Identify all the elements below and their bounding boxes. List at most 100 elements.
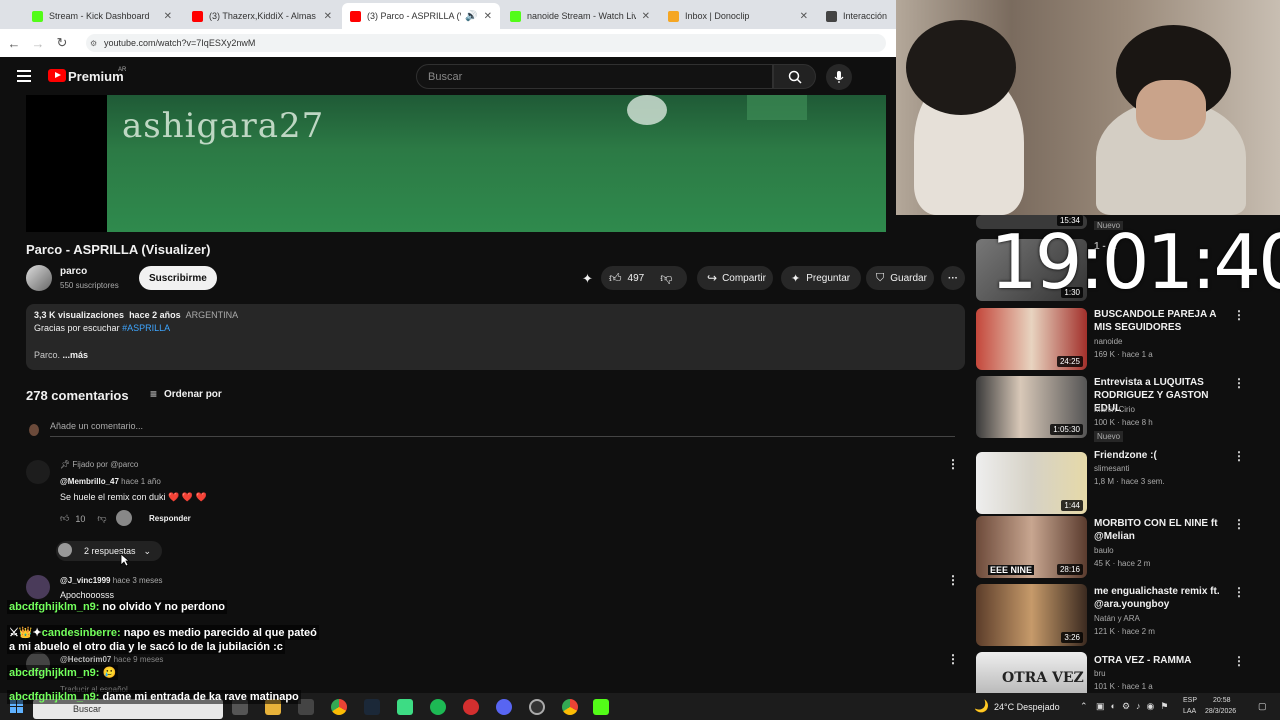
reload-icon[interactable]: ↻ <box>50 35 74 51</box>
comment-time[interactable]: hace 3 meses <box>113 576 163 585</box>
tab-interaccion[interactable]: Interacción | El n <box>818 3 898 29</box>
close-icon[interactable]: ✕ <box>164 11 172 22</box>
opera-icon[interactable] <box>463 699 479 715</box>
tab-thazerx[interactable]: (3) Thazerx,KiddiX - Almas desc ✕ <box>184 3 340 29</box>
kick-icon[interactable] <box>593 699 609 715</box>
taskbar-time[interactable]: 20:58 <box>1213 697 1231 704</box>
video-menu-icon[interactable]: ⋮ <box>1233 517 1245 531</box>
youtube-premium-logo[interactable]: Premium <box>68 69 124 84</box>
chat-text: dame mi entrada de ka rave matinapo <box>102 691 299 703</box>
video-title[interactable]: Friendzone :( <box>1094 449 1229 462</box>
video-menu-icon[interactable]: ⋮ <box>1233 585 1245 599</box>
more-actions-button[interactable]: ··· <box>941 266 965 290</box>
video-thumbnail[interactable]: 24:25 <box>976 308 1087 370</box>
video-channel[interactable]: slimesanti <box>1094 464 1130 473</box>
video-thumbnail[interactable]: 1:05:30 <box>976 376 1087 438</box>
voice-search-button[interactable] <box>826 64 852 90</box>
commenter-avatar[interactable] <box>26 460 50 484</box>
video-watermark: ashigara27 <box>122 106 325 146</box>
hashtag-link[interactable]: #ASPRILLA <box>122 323 170 333</box>
video-title[interactable]: me engualichaste remix ft. @ara.youngboy <box>1094 585 1229 611</box>
share-label: Compartir <box>722 272 766 284</box>
obs-icon[interactable] <box>529 699 545 715</box>
sort-button[interactable]: ≡ Ordenar por <box>150 387 222 401</box>
video-channel[interactable]: Martin Cirio <box>1094 405 1135 414</box>
comment-author[interactable]: @J_vinc1999 <box>60 576 111 585</box>
video-thumbnail[interactable]: EEE NINE 28:16 <box>976 516 1087 578</box>
tab-donoclip[interactable]: Inbox | Donoclip ✕ <box>660 3 816 29</box>
chrome-icon[interactable] <box>562 699 578 715</box>
close-icon[interactable]: ✕ <box>324 11 332 22</box>
like-count[interactable]: 497 <box>628 273 645 284</box>
kick-icon <box>32 10 43 22</box>
android-app-icon[interactable] <box>397 699 413 715</box>
comment-author[interactable]: @Membrillo_47 <box>60 477 119 486</box>
reply-button[interactable]: Responder <box>149 514 191 523</box>
video-channel[interactable]: nanoide <box>1094 337 1122 346</box>
video-channel[interactable]: baulo <box>1094 546 1114 555</box>
forward-icon[interactable]: → <box>26 36 50 51</box>
video-title[interactable]: OTRA VEZ - RAMMA <box>1094 654 1229 667</box>
youtube-logo-icon[interactable] <box>48 69 66 82</box>
close-icon[interactable]: ✕ <box>642 11 650 22</box>
video-menu-icon[interactable]: ⋮ <box>1233 376 1245 390</box>
channel-name[interactable]: parco <box>60 266 87 277</box>
share-button[interactable]: ↪ Compartir <box>697 266 773 290</box>
dislike-icon[interactable]: 👎︎ <box>660 271 672 286</box>
video-channel[interactable]: bru <box>1094 669 1106 678</box>
back-icon[interactable]: ← <box>2 36 26 51</box>
video-thumbnail[interactable]: 3:26 <box>976 584 1087 646</box>
ask-button[interactable]: ✦ Preguntar <box>781 266 861 290</box>
comment-menu-icon[interactable]: ⋮ <box>947 457 959 471</box>
speaker-icon[interactable]: 🔊 <box>465 11 477 22</box>
comment-time[interactable]: hace 1 año <box>121 477 161 486</box>
video-title[interactable]: MORBITO CON EL NINE ft @Melian <box>1094 517 1229 543</box>
show-more-link[interactable]: ...más <box>63 350 89 360</box>
weather-text[interactable]: 24°C Despejado <box>994 702 1060 712</box>
commenter-avatar[interactable] <box>26 575 50 599</box>
site-info-icon[interactable]: ⚙ <box>90 39 97 48</box>
video-menu-icon[interactable]: ⋮ <box>1233 654 1245 668</box>
chevron-down-icon: ⌄ <box>143 545 152 556</box>
tab-kick-dashboard[interactable]: Stream - Kick Dashboard ✕ <box>24 3 180 29</box>
discord-icon[interactable] <box>496 699 512 715</box>
notification-icon[interactable]: ▢ <box>1258 701 1267 712</box>
close-icon[interactable]: ✕ <box>800 11 808 22</box>
tab-nanoide-stream[interactable]: nanoide Stream - Watch Live o ✕ <box>502 3 658 29</box>
menu-icon[interactable] <box>17 70 31 82</box>
taskbar-date[interactable]: 28/3/2026 <box>1205 708 1236 715</box>
tab-parco-asprilla[interactable]: (3) Parco - ASPRILLA (Visua 🔊 ✕ <box>342 3 500 29</box>
country-tag[interactable]: ARGENTINA <box>186 310 239 320</box>
video-title[interactable]: BUSCANDOLE PAREJA A MIS SEGUIDORES <box>1094 308 1229 334</box>
comment-author[interactable]: @Hectorim07 <box>60 655 111 664</box>
video-menu-icon[interactable]: ⋮ <box>1233 308 1245 322</box>
spotify-icon[interactable] <box>430 699 446 715</box>
video-thumbnail[interactable]: OTRA VEZ <box>976 652 1087 693</box>
search-button[interactable] <box>773 64 816 89</box>
system-tray-icons[interactable]: ▣◐⚙♪◉⚑ <box>1096 701 1174 712</box>
language-indicator[interactable]: ESP <box>1183 697 1197 704</box>
channel-avatar[interactable] <box>26 265 52 291</box>
comment-menu-icon[interactable]: ⋮ <box>947 573 959 587</box>
chrome-icon[interactable] <box>331 699 347 715</box>
like-icon[interactable]: 👍︎ <box>60 513 69 524</box>
keyboard-layout[interactable]: LAA <box>1183 708 1196 715</box>
share-icon: ↪ <box>707 271 718 285</box>
dislike-icon[interactable]: 👎︎ <box>97 513 106 524</box>
comment-time[interactable]: hace 9 meses <box>114 655 164 664</box>
add-comment-input[interactable]: Añade un comentario... <box>50 421 955 437</box>
description-stats: 3,3 K visualizaciones hace 2 años ARGENT… <box>34 310 238 320</box>
tray-chevron-icon[interactable]: ⌃ <box>1080 701 1088 712</box>
close-icon[interactable]: ✕ <box>484 11 492 22</box>
like-icon[interactable]: 👍︎ <box>609 271 622 286</box>
video-menu-icon[interactable]: ⋮ <box>1233 449 1245 463</box>
steam-icon[interactable] <box>364 699 380 715</box>
subscribe-button[interactable]: Suscribirme <box>139 266 217 290</box>
video-channel[interactable]: Natán y ARA <box>1094 614 1140 623</box>
url-field[interactable]: ⚙ youtube.com/watch?v=7IqESXy2nwM <box>86 34 886 52</box>
search-input[interactable]: Buscar <box>416 64 773 89</box>
save-button[interactable]: ⛉ Guardar <box>866 266 934 290</box>
comment-menu-icon[interactable]: ⋮ <box>947 652 959 666</box>
sparkle-icon[interactable]: ✦ <box>582 271 593 287</box>
video-thumbnail[interactable]: 1:44 <box>976 452 1087 514</box>
